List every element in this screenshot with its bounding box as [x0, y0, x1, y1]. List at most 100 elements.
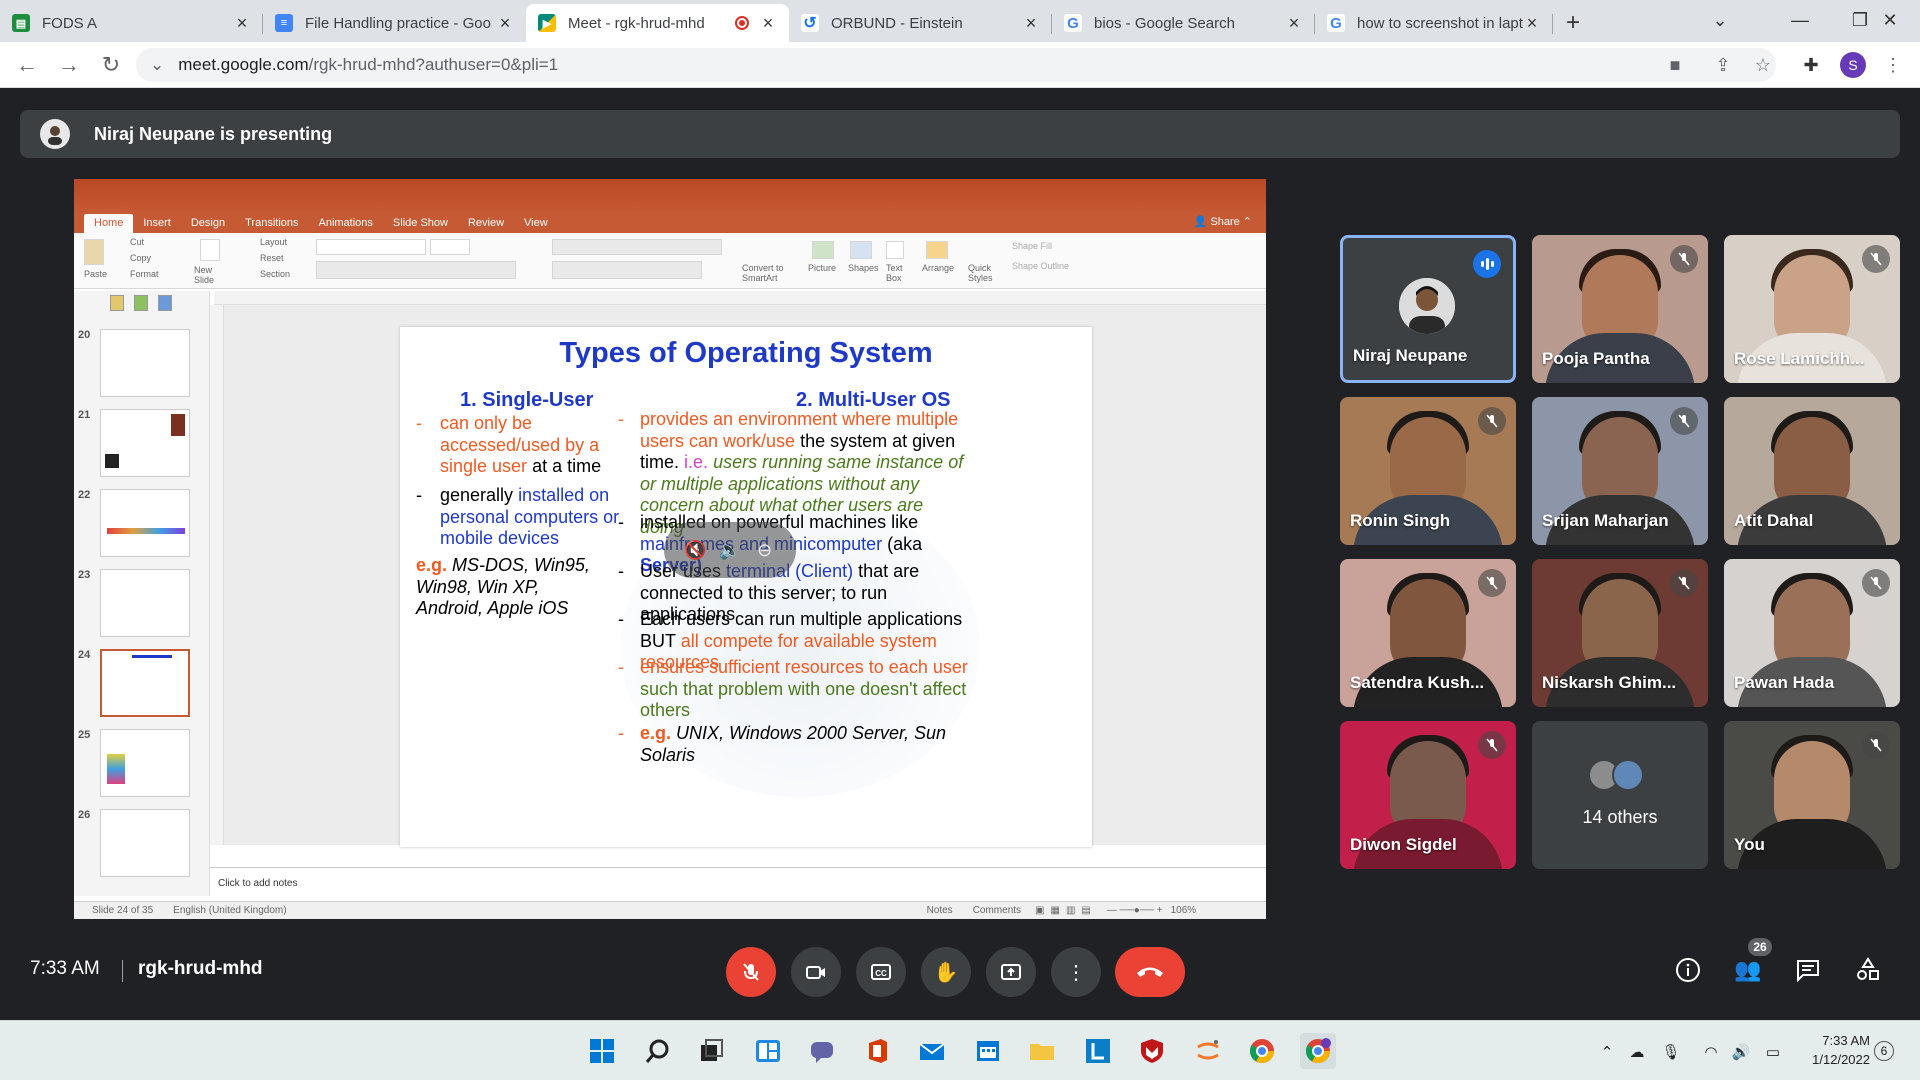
start-button[interactable]	[584, 1033, 620, 1069]
file-explorer-button[interactable]	[1024, 1033, 1060, 1069]
new-tab-button[interactable]: +	[1553, 4, 1593, 42]
chrome-button[interactable]	[1244, 1033, 1280, 1069]
arrange-icon[interactable]	[926, 241, 948, 259]
tab-bios-search[interactable]: G bios - Google Search ×	[1052, 4, 1315, 42]
task-view-button[interactable]	[694, 1033, 730, 1069]
chat-button[interactable]	[1792, 954, 1824, 986]
slide-thumbnail[interactable]	[100, 729, 190, 797]
more-options-button[interactable]: ⋮	[1051, 947, 1101, 997]
participant-tile[interactable]: Diwon Sigdel	[1340, 721, 1516, 869]
teams-chat-button[interactable]	[804, 1033, 840, 1069]
camera-toggle-button[interactable]	[791, 947, 841, 997]
tab-file-handling[interactable]: ≡ File Handling practice - Goo ×	[263, 4, 526, 42]
lightshot-button[interactable]	[1080, 1033, 1116, 1069]
address-bar[interactable]: ⌄ meet.google.com/rgk-hrud-mhd?authuser=…	[136, 48, 1776, 82]
font-name-box[interactable]	[316, 239, 426, 255]
back-button[interactable]: ←	[6, 44, 48, 86]
new-slide-icon[interactable]	[200, 239, 220, 261]
paragraph-group[interactable]	[552, 239, 722, 255]
ppt-tab-home[interactable]: Home	[84, 214, 134, 233]
activities-button[interactable]	[1852, 954, 1884, 986]
microphone-icon[interactable]: 🎙	[1660, 1041, 1682, 1063]
zoom-level[interactable]: 106%	[1171, 905, 1197, 916]
forward-button[interactable]: →	[48, 44, 90, 86]
taskbar-clock[interactable]: 7:33 AM 1/12/2022	[1790, 1031, 1870, 1069]
participant-tile[interactable]: Pawan Hada	[1724, 559, 1900, 707]
participant-tile[interactable]: Pooja Pantha	[1532, 235, 1708, 383]
notes-pane[interactable]: Click to add notes	[210, 867, 1266, 897]
participant-tile[interactable]: Niraj Neupane	[1340, 235, 1516, 383]
comments-toggle[interactable]: Comments	[973, 905, 1021, 916]
site-info-icon[interactable]: ⌄	[150, 55, 164, 75]
alignment-group[interactable]	[552, 261, 702, 279]
tab-search-button[interactable]: ⌄	[1690, 0, 1750, 40]
font-size-box[interactable]	[430, 239, 470, 255]
ppt-tab-view[interactable]: View	[514, 217, 558, 233]
notes-toggle[interactable]: Notes	[927, 905, 953, 916]
picture-icon[interactable]	[812, 241, 834, 259]
volume-icon[interactable]: 🔊	[1730, 1041, 1752, 1063]
jupyter-button[interactable]	[1190, 1033, 1226, 1069]
tab-meet[interactable]: ▶ Meet - rgk-hrud-mhd ×	[526, 4, 789, 42]
remove-icon[interactable]: ⊖	[753, 538, 777, 562]
font-format-group[interactable]	[316, 261, 516, 279]
ppt-tab-design[interactable]: Design	[181, 217, 235, 233]
shape-fill-label[interactable]: Shape Fill	[1012, 241, 1052, 251]
shape-outline-label[interactable]: Shape Outline	[1012, 261, 1069, 271]
notification-badge[interactable]: 6	[1874, 1041, 1894, 1061]
slide-thumbnail[interactable]	[100, 291, 190, 317]
close-window-button[interactable]: ✕	[1860, 0, 1920, 40]
battery-icon[interactable]: ▭	[1762, 1041, 1784, 1063]
reload-button[interactable]: ↻	[90, 44, 132, 86]
people-button[interactable]: 👥	[1732, 954, 1764, 986]
textbox-icon[interactable]	[886, 241, 904, 259]
ppt-tab-insert[interactable]: Insert	[133, 217, 181, 233]
convert-smartart-label[interactable]: Convert to SmartArt	[742, 263, 788, 283]
profile-avatar[interactable]: S	[1840, 52, 1866, 78]
shapes-icon[interactable]	[850, 241, 872, 259]
participant-tile[interactable]: Rose Lamichh...	[1724, 235, 1900, 383]
microphone-toggle-button[interactable]	[726, 947, 776, 997]
extensions-icon[interactable]: ✚	[1800, 54, 1822, 76]
participant-tile-self[interactable]: You	[1724, 721, 1900, 869]
meeting-details-button[interactable]	[1672, 954, 1704, 986]
close-icon[interactable]: ×	[233, 13, 251, 34]
cut-label[interactable]: Cut	[130, 237, 144, 247]
volume-off-icon[interactable]: 🔈	[718, 538, 742, 562]
tab-orbund[interactable]: ↺ ORBUND - Einstein ×	[789, 4, 1052, 42]
format-label[interactable]: Format	[130, 269, 159, 279]
mail-button[interactable]	[914, 1033, 950, 1069]
ppt-tab-animations[interactable]: Animations	[309, 217, 383, 233]
menu-icon[interactable]: ⋮	[1882, 54, 1904, 76]
slide-thumbnail[interactable]	[100, 409, 190, 477]
participant-tile[interactable]: Atit Dahal	[1724, 397, 1900, 545]
minimize-button[interactable]: —	[1770, 0, 1830, 40]
close-icon[interactable]: ×	[1022, 13, 1040, 34]
section-label[interactable]: Section	[260, 269, 290, 279]
slide-thumbnail[interactable]	[100, 569, 190, 637]
tab-fods-a[interactable]: ▤ FODS A ×	[0, 4, 263, 42]
share-icon[interactable]: ⇪	[1712, 54, 1734, 76]
ppt-tab-transitions[interactable]: Transitions	[235, 217, 308, 233]
close-icon[interactable]: ×	[759, 13, 777, 34]
ppt-tab-slide-show[interactable]: Slide Show	[383, 217, 458, 233]
wifi-icon[interactable]: ◠	[1700, 1041, 1722, 1063]
mute-presenter-icon[interactable]: 🔇	[683, 538, 707, 562]
calendar-button[interactable]	[970, 1033, 1006, 1069]
tab-screenshot-search[interactable]: G how to screenshot in laptop ×	[1315, 4, 1553, 42]
slide-thumbnail[interactable]	[100, 489, 190, 557]
quick-styles-label[interactable]: Quick Styles	[968, 263, 998, 283]
ppt-tab-review[interactable]: Review	[458, 217, 514, 233]
participant-tile[interactable]: Ronin Singh	[1340, 397, 1516, 545]
participant-tile-others[interactable]: 14 others	[1532, 721, 1708, 869]
present-now-button[interactable]	[986, 947, 1036, 997]
slide-thumbnail[interactable]	[100, 329, 190, 397]
cloud-icon[interactable]: ☁	[1626, 1041, 1648, 1063]
layout-label[interactable]: Layout	[260, 237, 287, 247]
mcafee-button[interactable]	[1134, 1033, 1170, 1069]
view-buttons[interactable]: ▣▦▥▤	[1035, 905, 1097, 916]
chrome-profile-button[interactable]	[1300, 1033, 1336, 1069]
camera-in-use-icon[interactable]: ■	[1664, 54, 1686, 76]
participant-tile[interactable]: Srijan Maharjan	[1532, 397, 1708, 545]
slide-canvas[interactable]: Types of Operating System 1. Single-User…	[400, 327, 1092, 847]
